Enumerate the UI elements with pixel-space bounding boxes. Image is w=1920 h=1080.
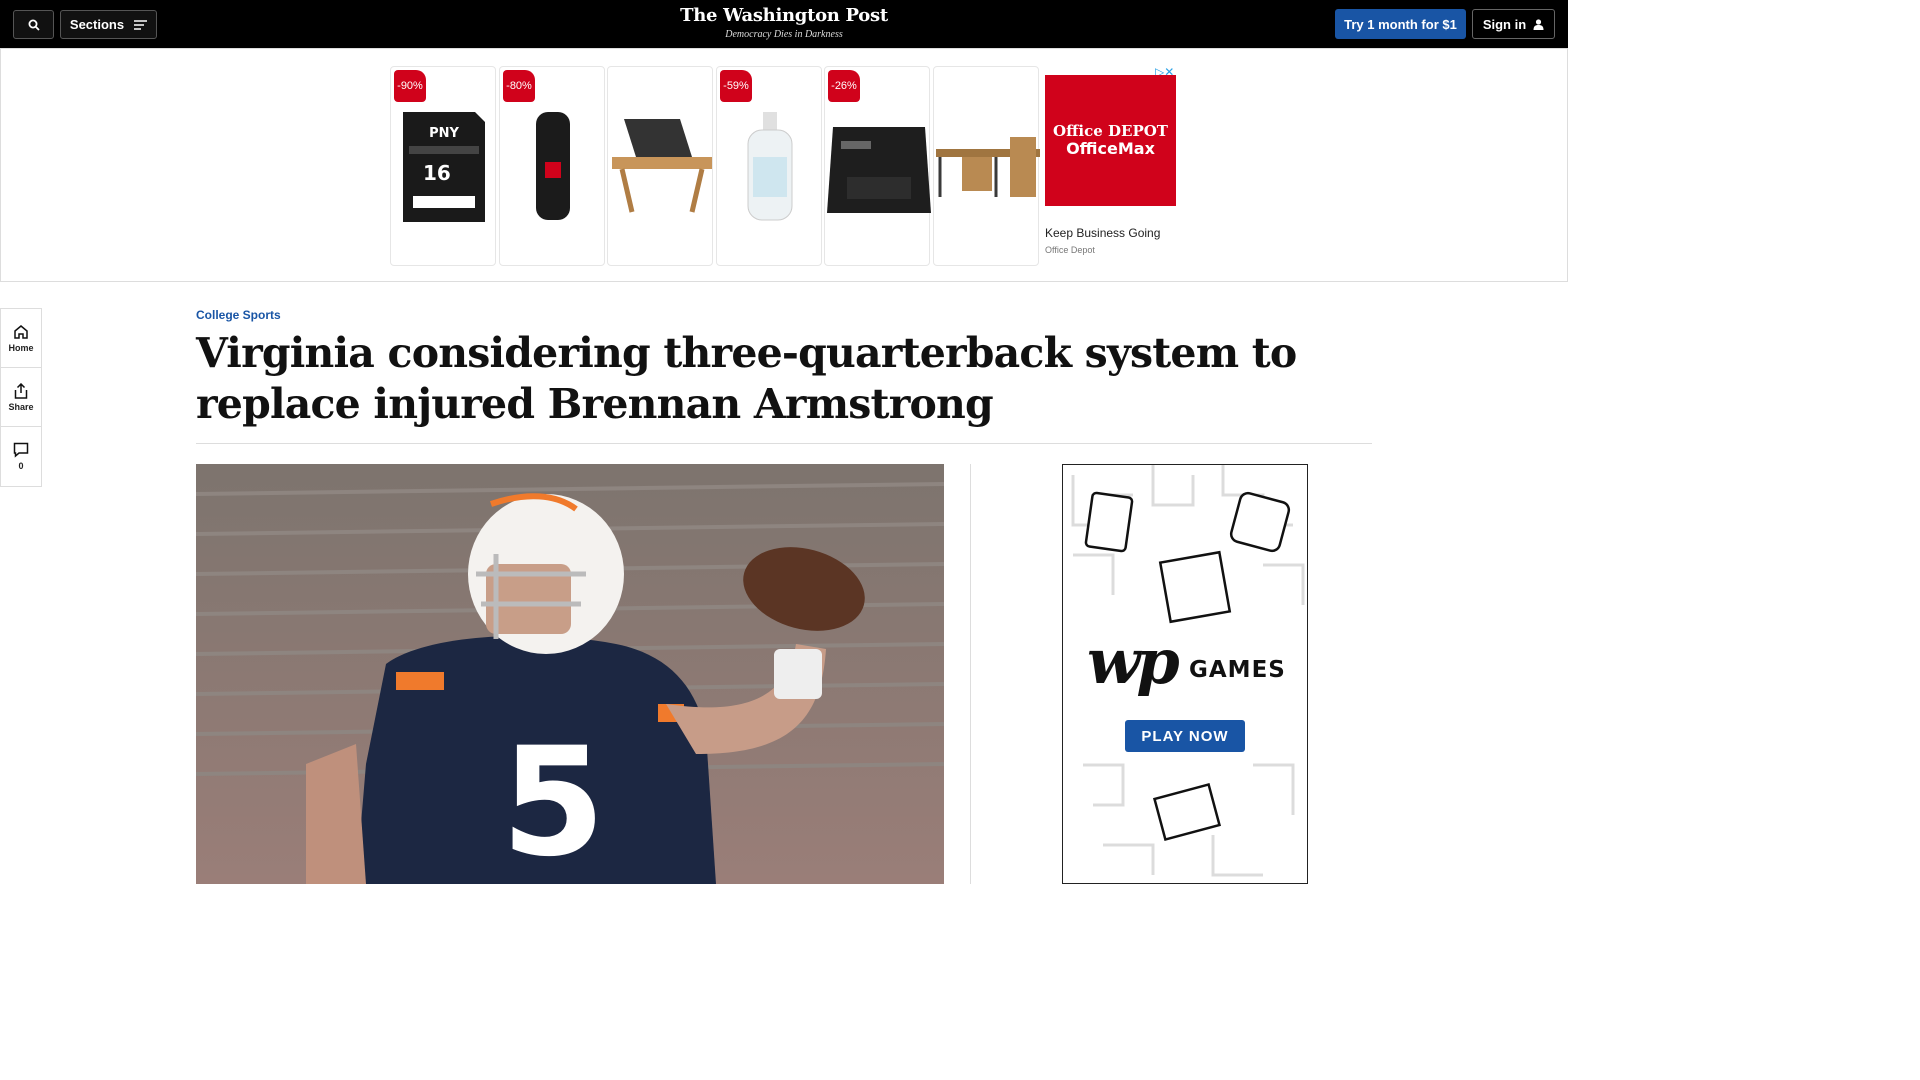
lead-photo: 5 (196, 464, 944, 884)
sd-brand-text: PNY (429, 126, 459, 141)
subscribe-button[interactable]: Try 1 month for $1 (1335, 9, 1466, 39)
logo-tagline: Democracy Dies in Darkness (725, 29, 843, 40)
top-nav-bar: Sections The Washington Post Democracy D… (0, 0, 1568, 48)
headline-divider (196, 443, 1372, 444)
quarterback-photo: 5 (196, 464, 944, 884)
share-icon (14, 382, 28, 399)
usb-drive-icon (536, 112, 570, 220)
printer-icon (827, 127, 931, 213)
envelope-icon (1152, 782, 1222, 842)
jersey-number: 5 (501, 716, 605, 884)
comments-count: 0 (18, 461, 24, 471)
sign-in-label: Sign in (1482, 16, 1527, 32)
rail-share-label: Share (8, 401, 34, 412)
brand-line-2: OfficeMax (1066, 138, 1155, 158)
hand-sanitizer-icon (747, 112, 793, 221)
sd-size-text: 16 (423, 161, 451, 185)
rail-share-button[interactable]: Share (1, 368, 41, 427)
playing-card-icon (1084, 491, 1134, 553)
rail-home-label: Home (8, 342, 34, 353)
advertiser-logo[interactable]: Office DEPOT OfficeMax (1045, 75, 1176, 206)
search-icon (28, 19, 40, 31)
ad-headline[interactable]: Keep Business Going (1045, 226, 1160, 240)
dice-icon (1229, 491, 1291, 553)
ad-banner[interactable]: -90% PNY 16 -80% -59% -26% ▷✕ Office DEP… (0, 48, 1568, 282)
section-kicker[interactable]: College Sports (196, 308, 281, 322)
ad-product-card[interactable]: -80% (499, 66, 605, 266)
rail-home-button[interactable]: Home (1, 309, 41, 368)
ad-product-card[interactable]: -90% PNY 16 (390, 66, 496, 266)
comment-icon (13, 442, 29, 458)
play-now-button[interactable]: PLAY NOW (1125, 720, 1245, 752)
search-button[interactable] (13, 10, 54, 39)
games-label: GAMES (1189, 657, 1286, 683)
site-logo[interactable]: The Washington Post Democracy Dies in Da… (640, 5, 928, 40)
ad-product-card[interactable] (933, 66, 1040, 266)
discount-tag: -59% (720, 70, 752, 102)
sections-label: Sections (69, 17, 125, 32)
user-icon (1533, 18, 1544, 30)
laptop-desk-icon (612, 119, 712, 213)
brand-line-1: Office DEPOT (1053, 122, 1168, 141)
rail-comments-button[interactable]: 0 (1, 427, 41, 486)
office-desk-icon (936, 137, 1040, 197)
ad-product-card[interactable]: -26% (824, 66, 931, 266)
sign-in-button[interactable]: Sign in (1472, 9, 1555, 39)
wp-logo-mark: wp (1087, 625, 1180, 698)
ad-product-card[interactable]: -59% (716, 66, 822, 266)
ad-product-card[interactable] (607, 66, 713, 266)
sd-card-icon: PNY 16 (403, 112, 485, 222)
discount-tag: -26% (828, 70, 860, 102)
home-icon (14, 324, 28, 339)
menu-icon (134, 19, 148, 30)
utility-rail: Home Share 0 (0, 308, 42, 487)
crossword-icon (1158, 550, 1232, 624)
logo-wordmark: The Washington Post (680, 5, 888, 26)
discount-tag: -80% (503, 70, 535, 102)
article-headline: Virginia considering three-quarterback s… (196, 329, 1297, 428)
column-divider (970, 464, 971, 884)
games-ad[interactable]: wp GAMES PLAY NOW (1062, 464, 1308, 884)
sections-button[interactable]: Sections (60, 10, 157, 39)
ad-advertiser: Office Depot (1045, 245, 1095, 255)
discount-tag: -90% (394, 70, 426, 102)
